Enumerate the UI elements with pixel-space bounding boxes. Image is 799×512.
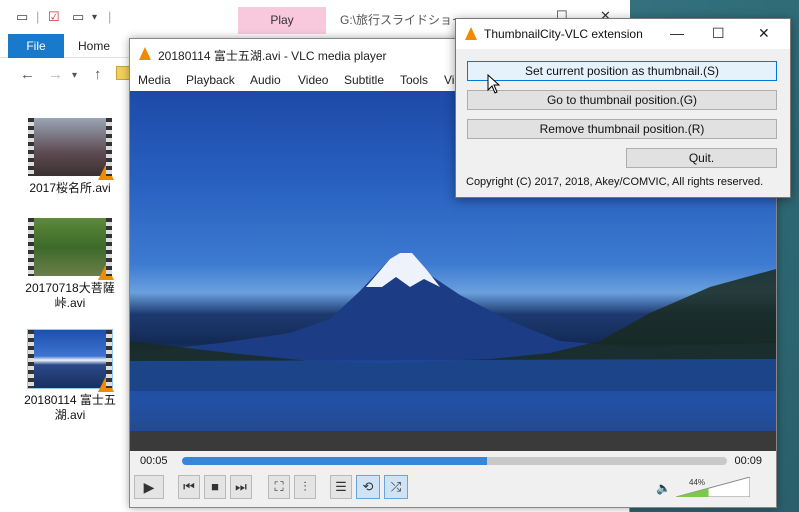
vlc-cone-icon [98, 264, 114, 280]
explorer-path-title: G:\旅行スライドショー [340, 13, 465, 27]
recent-dropdown-icon[interactable]: ▾ [72, 70, 77, 81]
ribbon-tab-home[interactable]: Home [72, 34, 116, 58]
menu-media[interactable]: Media [138, 73, 171, 87]
video-thumbnail [28, 118, 114, 180]
new-folder-icon[interactable]: ▭ [72, 9, 84, 25]
set-thumbnail-button[interactable]: Set current position as thumbnail.(S) [467, 61, 777, 81]
address-folder-icon [116, 66, 130, 80]
vlc-cone-icon [465, 27, 477, 40]
extended-settings-button[interactable]: ⫶ [294, 475, 316, 499]
next-button[interactable]: ⏭ [230, 475, 252, 499]
folder-icon[interactable]: ▭ [16, 9, 28, 25]
speaker-icon[interactable]: 🔈 [656, 481, 671, 495]
total-time: 00:09 [734, 455, 762, 467]
separator-icon: | [36, 9, 40, 24]
play-button[interactable]: ▶ [134, 475, 164, 499]
remove-thumbnail-button[interactable]: Remove thumbnail position.(R) [467, 119, 777, 139]
go-to-thumbnail-button[interactable]: Go to thumbnail position.(G) [467, 90, 777, 110]
ribbon-tab-file[interactable]: File [8, 34, 64, 58]
extension-titlebar: ThumbnailCity-VLC extension — ☐ ✕ [456, 19, 790, 49]
volume-slider[interactable] [676, 477, 750, 497]
seek-progress [182, 457, 488, 465]
file-item[interactable]: 20170718大菩薩峠.avi [20, 218, 120, 311]
file-item[interactable]: 2017桜名所.avi [20, 118, 120, 196]
properties-icon[interactable]: ☑ [48, 9, 60, 25]
menu-video[interactable]: Video [298, 73, 328, 87]
vlc-controls: 00:05 00:09 ▶ ⏮ ■ ⏭ ⛶ ⫶ ☰ ⟲ ⤮ 🔈 44% [130, 451, 776, 507]
menu-audio[interactable]: Audio [250, 73, 281, 87]
file-item[interactable]: 20180114 富士五湖.avi [20, 329, 120, 423]
previous-button[interactable]: ⏮ [178, 475, 200, 499]
quick-access-dropdown-icon[interactable]: ▾ [92, 12, 97, 23]
shuffle-button[interactable]: ⤮ [384, 475, 408, 499]
playlist-button[interactable]: ☰ [330, 475, 352, 499]
close-icon[interactable]: ✕ [758, 25, 770, 42]
minimize-icon[interactable]: — [670, 25, 684, 41]
stop-button[interactable]: ■ [204, 475, 226, 499]
menu-tools[interactable]: Tools [400, 73, 428, 87]
volume-level: 44% [689, 478, 706, 487]
file-name: 20170718大菩薩峠.avi [25, 281, 115, 310]
loop-button[interactable]: ⟲ [356, 475, 380, 499]
elapsed-time: 00:05 [140, 455, 168, 467]
mouse-cursor-icon [487, 74, 501, 94]
quit-button[interactable]: Quit. [626, 148, 777, 168]
back-arrow-icon[interactable]: ← [20, 66, 35, 83]
vlc-window-title: 20180114 富士五湖.avi - VLC media player [158, 49, 387, 63]
up-arrow-icon[interactable]: ↑ [94, 66, 102, 83]
extension-title: ThumbnailCity-VLC extension [484, 27, 643, 41]
thumbnailcity-extension-dialog: ThumbnailCity-VLC extension — ☐ ✕ Set cu… [455, 18, 791, 198]
file-name: 20180114 富士五湖.avi [24, 393, 116, 422]
forward-arrow-icon[interactable]: → [48, 66, 63, 83]
seek-slider[interactable] [182, 457, 727, 465]
fullscreen-button[interactable]: ⛶ [268, 475, 290, 499]
menu-playback[interactable]: Playback [186, 73, 235, 87]
vlc-cone-icon [98, 164, 114, 180]
menu-subtitle[interactable]: Subtitle [344, 73, 384, 87]
video-thumbnail [27, 329, 114, 392]
video-thumbnail [28, 218, 114, 280]
play-contextual-tab[interactable]: Play [238, 7, 326, 34]
vlc-cone-icon [98, 376, 114, 392]
copyright-text: Copyright (C) 2017, 2018, Akey/COMVIC, A… [466, 176, 764, 188]
menu-view[interactable]: Vi [444, 73, 454, 87]
vlc-cone-icon [139, 47, 151, 60]
maximize-icon[interactable]: ☐ [712, 25, 725, 42]
separator-icon: | [108, 9, 112, 24]
file-name: 2017桜名所.avi [29, 181, 111, 195]
